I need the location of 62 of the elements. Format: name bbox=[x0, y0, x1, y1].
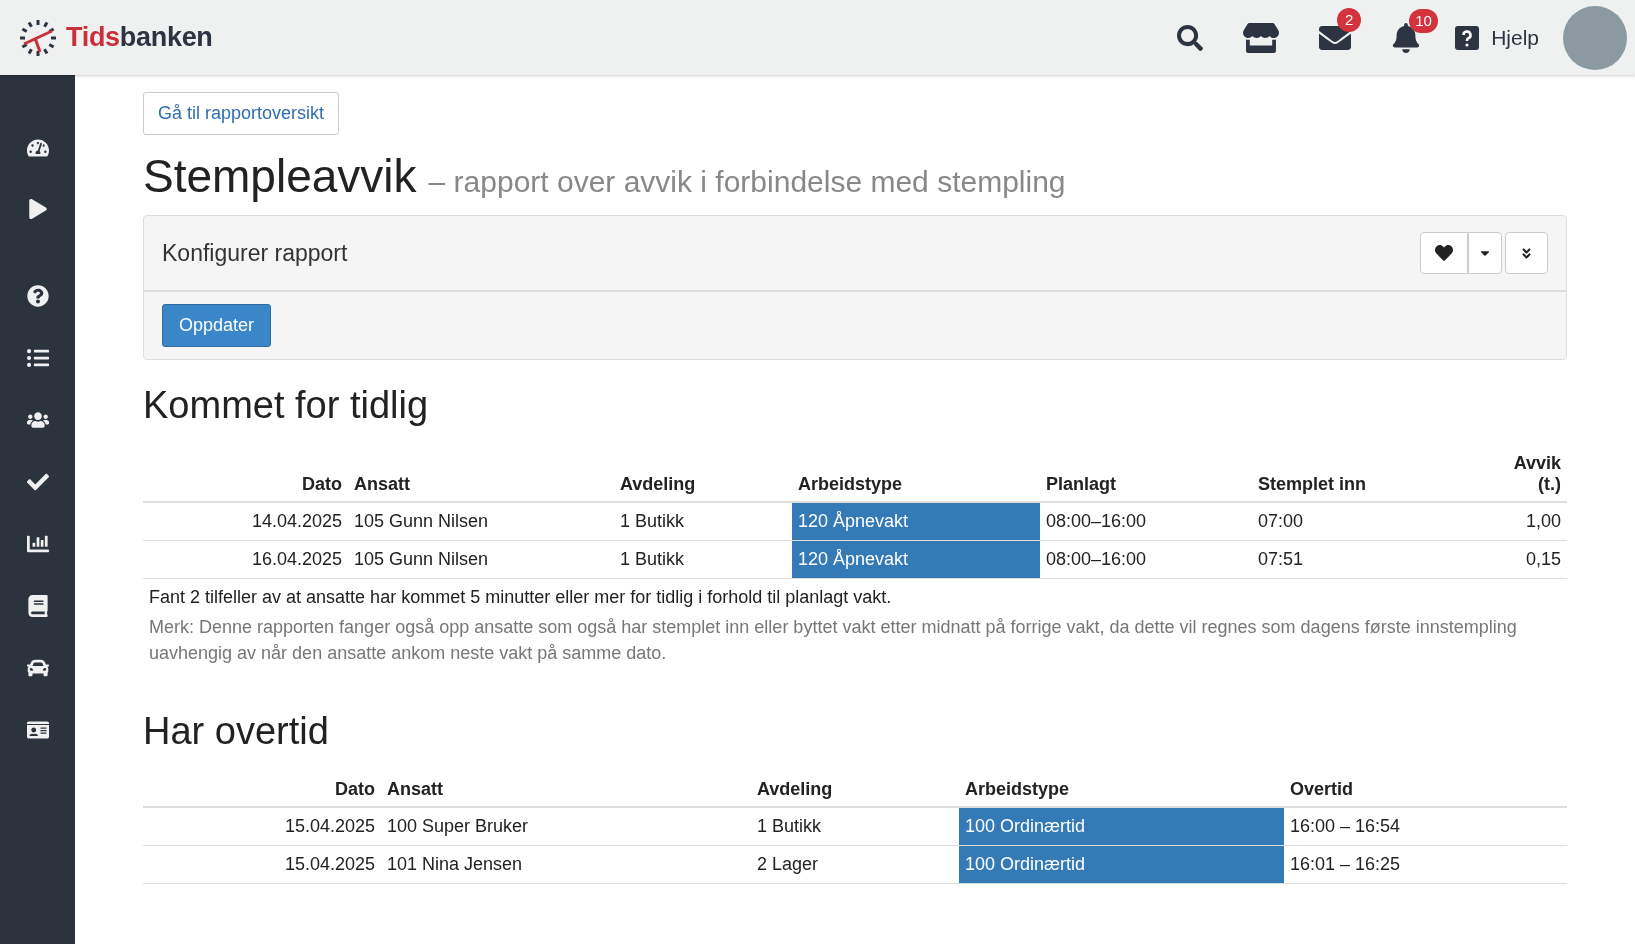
table-cell: 0,15 bbox=[1490, 541, 1567, 579]
notification-count-badge: 10 bbox=[1409, 8, 1438, 33]
table-cell: 14.04.2025 bbox=[143, 503, 348, 541]
section-heading: Har overtid bbox=[143, 710, 330, 754]
table-cell: 1,00 bbox=[1490, 503, 1567, 541]
table-cell: 105 Gunn Nilsen bbox=[348, 541, 614, 579]
summary-text: Fant 2 tilfeller av at ansatte har kommet 5 minutter eller mer for tidlig i forhold til planlagt vakt. bbox=[149, 587, 893, 608]
mail-count-badge: 2 bbox=[1337, 7, 1362, 32]
table-cell: 16:01 – 16:25 bbox=[1284, 846, 1567, 885]
column-header: Ansatt bbox=[387, 779, 443, 801]
column-header: Arbeidstype bbox=[965, 779, 1070, 801]
help-button[interactable]: Hjelp bbox=[1455, 25, 1539, 50]
work-type-cell: 100 Ordinærtid bbox=[959, 846, 1284, 885]
dashboard-icon[interactable] bbox=[26, 137, 49, 159]
table-cell: 15.04.2025 bbox=[143, 846, 381, 885]
panel-title: Konfigurer rapport bbox=[162, 239, 348, 267]
users-icon[interactable] bbox=[26, 409, 49, 431]
column-header: Overtid bbox=[1290, 779, 1354, 801]
help-icon[interactable] bbox=[26, 285, 49, 307]
search-icon[interactable] bbox=[1177, 24, 1204, 51]
column-header: Ansatt bbox=[354, 474, 410, 495]
expand-button[interactable] bbox=[1505, 232, 1548, 274]
book-icon[interactable] bbox=[26, 595, 49, 617]
column-header: Avdeling bbox=[757, 779, 833, 801]
table-cell: 100 Super Bruker bbox=[381, 808, 751, 847]
table-cell: 07:51 bbox=[1252, 541, 1490, 579]
double-chevron-icon bbox=[1520, 246, 1533, 260]
update-button[interactable]: Oppdater bbox=[162, 304, 272, 347]
car-icon[interactable] bbox=[26, 657, 49, 679]
column-header: Planlagt bbox=[1046, 474, 1116, 495]
work-type-cell: 120 Åpnevakt bbox=[792, 541, 1040, 579]
heart-icon bbox=[1435, 244, 1453, 262]
column-header: Avvik (t.) bbox=[1512, 453, 1561, 495]
table-cell: 15.04.2025 bbox=[143, 808, 381, 847]
column-header: Avdeling bbox=[620, 474, 696, 495]
table-cell: 16.04.2025 bbox=[143, 541, 348, 579]
work-type-cell: 100 Ordinærtid bbox=[959, 808, 1284, 847]
table-cell: 08:00–16:00 bbox=[1040, 503, 1252, 541]
bar-chart-icon[interactable] bbox=[26, 533, 49, 555]
table-cell: 101 Nina Jensen bbox=[381, 846, 751, 885]
section-heading: Kommet for tidlig bbox=[143, 384, 430, 427]
page-title: Stempleavvik bbox=[143, 149, 417, 203]
column-header: Stemplet inn bbox=[1258, 474, 1366, 495]
logo-icon bbox=[18, 17, 58, 58]
question-square-icon bbox=[1455, 25, 1480, 50]
play-icon[interactable] bbox=[27, 199, 48, 219]
page-subtitle: – rapport over avvik i forbindelse med stempling bbox=[428, 165, 1066, 199]
work-type-cell: 120 Åpnevakt bbox=[792, 503, 1040, 541]
column-header: Arbeidstype bbox=[798, 474, 903, 495]
favorite-button[interactable] bbox=[1420, 232, 1468, 274]
logo-text: Tidsbanken bbox=[66, 22, 213, 53]
back-to-overview-button[interactable]: Gå til rapportoversikt bbox=[143, 92, 340, 135]
column-header: Dato bbox=[335, 779, 375, 801]
table-cell: 105 Gunn Nilsen bbox=[348, 503, 614, 541]
table-cell: 07:00 bbox=[1252, 503, 1490, 541]
list-icon[interactable] bbox=[26, 347, 49, 369]
id-card-icon[interactable] bbox=[26, 719, 49, 741]
check-icon[interactable] bbox=[26, 471, 49, 493]
table-cell: 08:00–16:00 bbox=[1040, 541, 1252, 579]
note-text: Merk: Denne rapporten fanger også opp ansatte som også har stemplet inn eller byttet vakt etter midnatt på forrige vakt, da dette vil regnes som dagens første innstempling uavhengig av når den ansatte ankom neste vakt på samme dato. bbox=[149, 616, 1518, 666]
column-header: Dato bbox=[302, 474, 342, 495]
table-cell: 16:00 – 16:54 bbox=[1284, 808, 1567, 847]
